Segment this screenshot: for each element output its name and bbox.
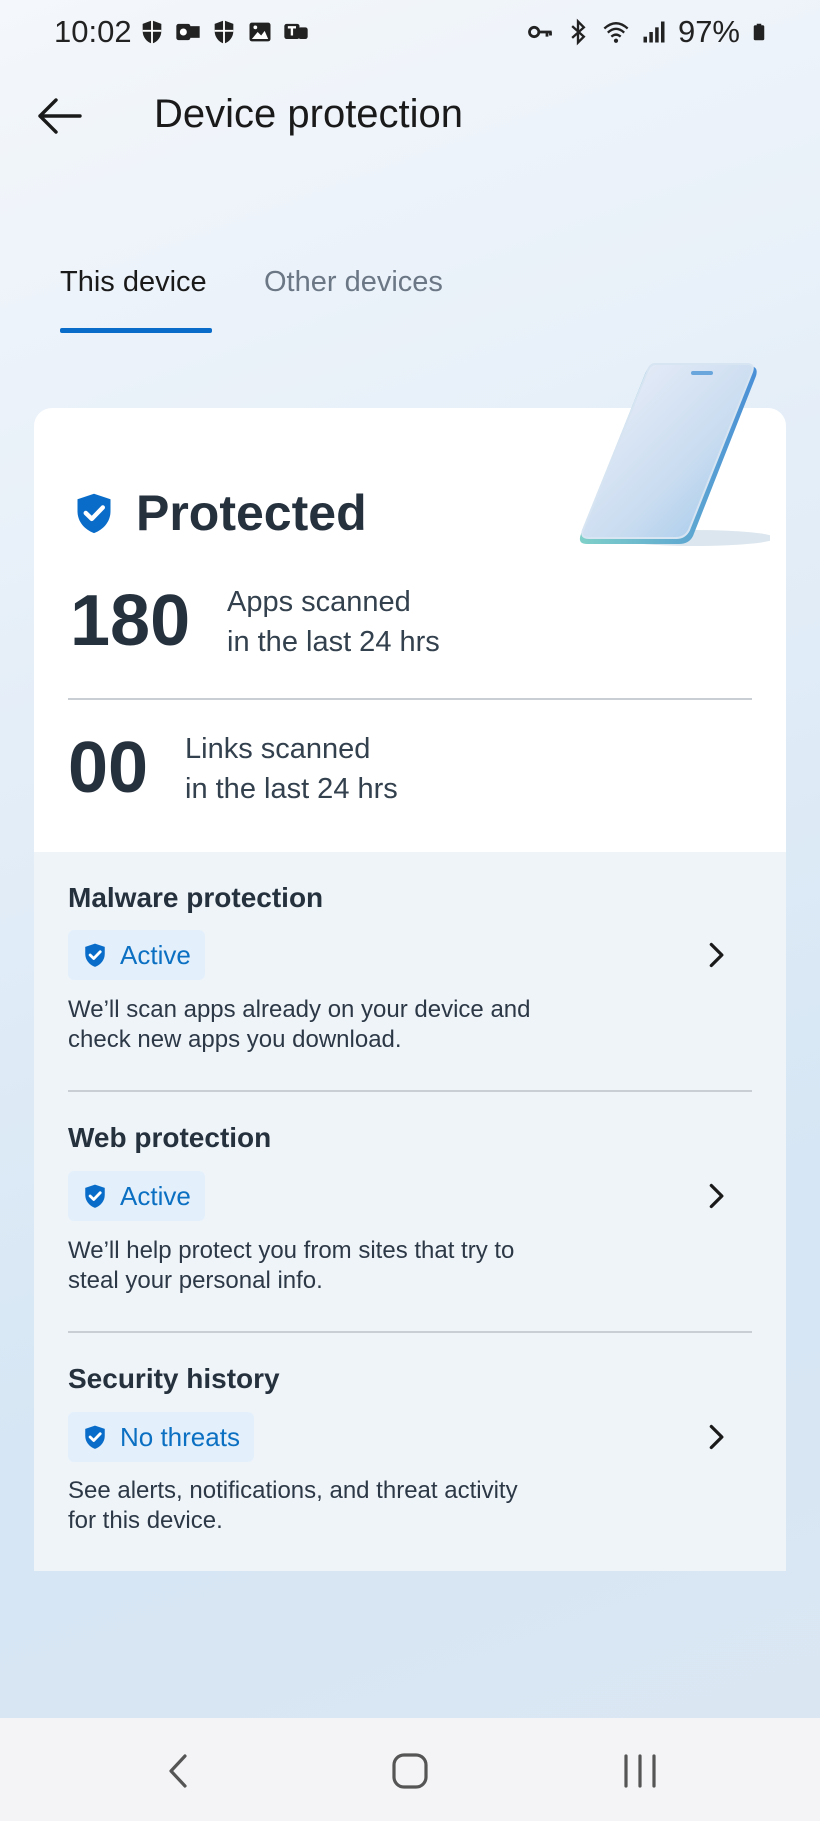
links-scanned-line1: Links scanned (185, 733, 371, 765)
malware-status-badge: Active (68, 930, 205, 980)
vpn-key-icon (528, 25, 552, 39)
shield-check-icon (85, 943, 105, 967)
history-status-badge: No threats (68, 1412, 254, 1462)
recents-nav-icon[interactable] (617, 1748, 663, 1794)
image-icon (249, 22, 271, 42)
web-status-badge: Active (68, 1171, 205, 1221)
web-status-text: Active (120, 1180, 191, 1211)
history-desc-line1: See alerts, notifications, and threat ac… (68, 1477, 518, 1504)
shield-check-icon (77, 493, 111, 534)
security-history-description: See alerts, notifications, and threat ac… (68, 1476, 518, 1536)
web-protection-description: We’ll help protect you from sites that t… (68, 1236, 514, 1296)
shield-icon (214, 20, 234, 44)
section-divider (68, 1090, 752, 1092)
malware-desc-line1: We’ll scan apps already on your device a… (68, 996, 531, 1023)
wifi-icon (603, 22, 629, 43)
status-time: 10:02 (54, 14, 132, 49)
tab-other-devices[interactable]: Other devices (264, 266, 443, 299)
web-desc-line2: steal your personal info. (68, 1267, 323, 1294)
chevron-right-icon[interactable] (702, 1423, 730, 1451)
apps-scanned-line1: Apps scanned (227, 586, 411, 618)
back-nav-icon[interactable] (157, 1748, 203, 1794)
signal-icon (643, 21, 665, 43)
status-notification-icons (138, 18, 310, 46)
protection-status: Protected (72, 484, 367, 542)
apps-scanned-label: Apps scanned in the last 24 hrs (227, 582, 440, 662)
apps-scanned-count: 180 (70, 581, 191, 661)
malware-protection-title: Malware protection (68, 882, 324, 913)
phone-illustration (579, 363, 770, 546)
bluetooth-icon (571, 18, 586, 46)
teams-icon (284, 23, 308, 39)
home-nav-icon[interactable] (387, 1748, 433, 1794)
security-history-title: Security history (68, 1363, 280, 1394)
stats-divider (68, 698, 752, 700)
tab-selected-indicator (60, 328, 212, 333)
malware-protection-description: We’ll scan apps already on your device a… (68, 995, 531, 1055)
malware-status-text: Active (120, 939, 191, 970)
tab-this-device[interactable]: This device (60, 266, 207, 299)
battery-icon (753, 23, 765, 41)
shield-check-icon (85, 1425, 105, 1449)
battery-percent: 97% (677, 14, 740, 49)
shield-icon (142, 20, 162, 44)
links-scanned-line2: in the last 24 hrs (185, 773, 398, 805)
web-protection-title: Web protection (68, 1122, 272, 1153)
apps-scanned-line2: in the last 24 hrs (227, 626, 440, 658)
history-desc-line2: for this device. (68, 1507, 223, 1534)
section-divider (68, 1331, 752, 1333)
history-status-text: No threats (120, 1421, 240, 1452)
chevron-right-icon[interactable] (702, 1182, 730, 1210)
malware-desc-line2: check new apps you download. (68, 1026, 402, 1053)
status-system-icons: 97% (526, 14, 768, 50)
chevron-right-icon[interactable] (702, 941, 730, 969)
links-scanned-label: Links scanned in the last 24 hrs (185, 729, 398, 809)
back-arrow-icon[interactable] (34, 94, 84, 138)
page-title: Device protection (154, 92, 464, 136)
web-desc-line1: We’ll help protect you from sites that t… (68, 1237, 515, 1264)
protection-status-label: Protected (136, 485, 367, 541)
outlook-icon (176, 23, 200, 41)
shield-check-icon (85, 1184, 105, 1208)
links-scanned-count: 00 (68, 728, 149, 808)
